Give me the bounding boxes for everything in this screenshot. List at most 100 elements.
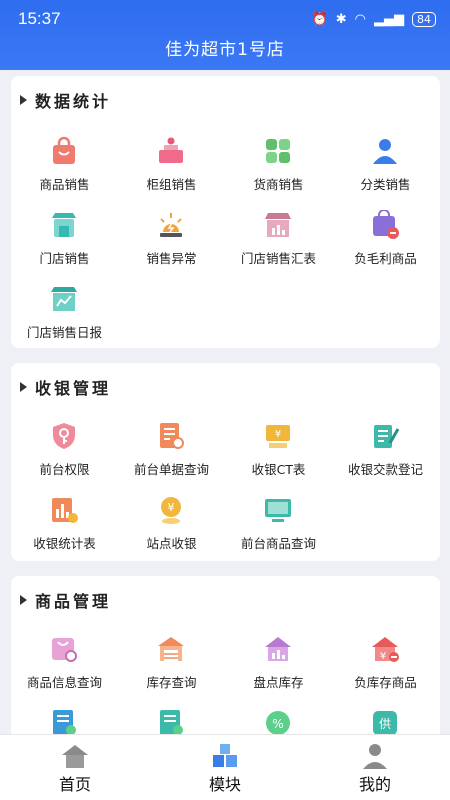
- triangle-icon: [20, 382, 27, 392]
- module-item[interactable]: 门店销售: [11, 210, 118, 280]
- supply-icon: 供: [373, 711, 397, 734]
- module-label: 收银统计表: [33, 536, 96, 551]
- section-title: 收银管理: [20, 375, 111, 399]
- nav-label: 我的: [358, 775, 391, 794]
- module-item[interactable]: [11, 708, 118, 734]
- bluetooth-icon: ✱: [335, 11, 347, 27]
- shopping-bag-icon: [53, 136, 75, 164]
- status-bar: 15:37 ⏰ ✱ ◠ ▂▄▆ 84: [18, 8, 436, 30]
- module-item[interactable]: 门店销售日报: [11, 284, 118, 354]
- module-label: 前台商品查询: [240, 536, 316, 551]
- module-item[interactable]: ¥ 站点收银: [118, 495, 225, 565]
- negative-bag-icon: [373, 210, 399, 239]
- module-item[interactable]: 收银统计表: [11, 495, 118, 565]
- module-label: 分类销售: [360, 177, 411, 192]
- house-chart-icon: [265, 637, 291, 661]
- module-item[interactable]: 前台权限: [11, 421, 118, 491]
- svg-text:¥: ¥: [168, 501, 175, 514]
- document-search-icon: [160, 423, 184, 449]
- module-list[interactable]: 数据统计 商品销售 柜组销售 货商销售 分类销售 门店销售 销售异常 门店销售汇…: [0, 74, 450, 734]
- module-item[interactable]: 分类销售: [332, 136, 439, 206]
- notebook-pen-icon: [374, 425, 400, 448]
- bag-search-icon: [52, 638, 77, 662]
- module-label: 柜组销售: [146, 177, 197, 192]
- svg-text:¥: ¥: [380, 651, 386, 662]
- yen-location-icon: ¥: [161, 497, 181, 524]
- svg-text:¥: ¥: [275, 429, 281, 440]
- svg-text:供: 供: [379, 717, 391, 731]
- triangle-icon: [20, 595, 27, 605]
- module-label: 收银CT表: [251, 462, 306, 477]
- section-cashier: 收银管理 前台权限 前台单据查询 ¥ 收银CT表 收银交款登记 收银统计表 ¥ …: [11, 363, 440, 561]
- yen-house-icon: ¥: [372, 637, 399, 662]
- section-title-text: 商品管理: [35, 592, 112, 611]
- section-title: 数据统计: [20, 88, 111, 112]
- module-item[interactable]: ¥ 收银CT表: [225, 421, 332, 491]
- triangle-icon: [20, 95, 27, 105]
- page-title: 佳为超市1号店: [165, 40, 285, 60]
- monitor-icon: [265, 499, 291, 522]
- store-report-icon: [51, 287, 77, 311]
- module-item[interactable]: 收银交款登记: [332, 421, 439, 491]
- alert-light-icon: [160, 213, 182, 237]
- module-label: 收银交款登记: [347, 462, 423, 477]
- home-icon: [62, 745, 88, 768]
- person-icon: [373, 139, 397, 164]
- app-header: 15:37 ⏰ ✱ ◠ ▂▄▆ 84 佳为超市1号店: [0, 0, 450, 70]
- bar-chart-icon: [52, 498, 78, 523]
- store-chart-icon: [265, 213, 291, 237]
- module-item[interactable]: 前台商品查询: [225, 495, 332, 565]
- module-label: 库存查询: [146, 675, 197, 690]
- module-item[interactable]: 销售异常: [118, 210, 225, 280]
- counter-icon: [159, 137, 183, 163]
- warehouse-icon: [158, 637, 184, 661]
- alarm-icon: ⏰: [311, 11, 328, 27]
- module-label: 货商销售: [253, 177, 304, 192]
- percent-icon: %: [266, 711, 290, 734]
- module-label: 负毛利商品: [354, 251, 417, 266]
- section-goods: 商品管理 商品信息查询 库存查询 盘点库存 ¥ 负库存商品 % 供: [11, 576, 440, 734]
- module-item[interactable]: [118, 708, 225, 734]
- section-title: 商品管理: [20, 588, 111, 612]
- nav-label: 首页: [58, 775, 91, 794]
- status-icons: ⏰ ✱ ◠ ▂▄▆ 84: [311, 11, 436, 27]
- module-label: 商品信息查询: [26, 675, 102, 690]
- module-item[interactable]: 商品信息查询: [11, 634, 118, 704]
- module-label: 商品销售: [39, 177, 90, 192]
- module-item[interactable]: %: [225, 708, 332, 734]
- nav-label: 模块: [208, 775, 241, 794]
- module-label: 门店销售日报: [26, 325, 102, 340]
- user-icon: [363, 744, 387, 769]
- nav-modules[interactable]: 模块: [175, 743, 275, 795]
- module-item[interactable]: 柜组销售: [118, 136, 225, 206]
- module-label: 门店销售汇表: [240, 251, 316, 266]
- module-item[interactable]: 盘点库存: [225, 634, 332, 704]
- section-data-stats: 数据统计 商品销售 柜组销售 货商销售 分类销售 门店销售 销售异常 门店销售汇…: [11, 76, 440, 348]
- shield-key-icon: [53, 423, 75, 449]
- module-item[interactable]: 商品销售: [11, 136, 118, 206]
- battery-icon: 84: [412, 11, 436, 27]
- svg-text:%: %: [272, 717, 283, 731]
- signal-icon: ▂▄▆: [374, 11, 404, 27]
- module-item[interactable]: 供: [332, 708, 439, 734]
- wifi-icon: ◠: [354, 11, 366, 27]
- document-check-icon: [53, 710, 76, 734]
- status-time: 15:37: [18, 9, 61, 28]
- module-item[interactable]: 负毛利商品: [332, 210, 439, 280]
- bottom-nav: 首页 模块 我的: [0, 734, 450, 800]
- section-title-text: 数据统计: [35, 92, 112, 111]
- module-item[interactable]: 前台单据查询: [118, 421, 225, 491]
- module-label: 前台权限: [39, 462, 90, 477]
- nav-home[interactable]: 首页: [25, 743, 125, 795]
- module-label: 站点收银: [146, 536, 197, 551]
- grid-icon: [266, 139, 290, 163]
- module-label: 盘点库存: [253, 675, 304, 690]
- module-label: 前台单据查询: [133, 462, 209, 477]
- nav-mine[interactable]: 我的: [325, 743, 425, 795]
- module-item[interactable]: 库存查询: [118, 634, 225, 704]
- store-icon: [52, 213, 76, 237]
- module-item[interactable]: 门店销售汇表: [225, 210, 332, 280]
- module-item[interactable]: ¥ 负库存商品: [332, 634, 439, 704]
- module-label: 销售异常: [146, 251, 197, 266]
- module-item[interactable]: 货商销售: [225, 136, 332, 206]
